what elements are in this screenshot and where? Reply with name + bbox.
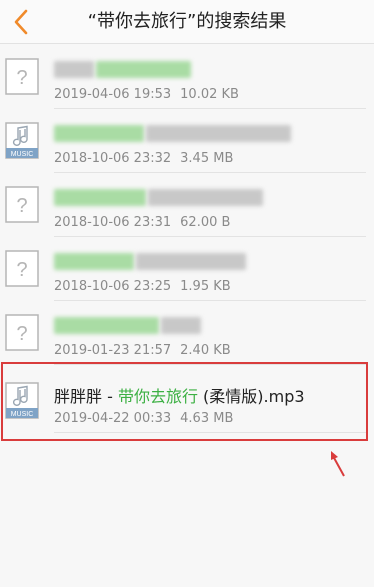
file-name-redacted [54, 59, 366, 81]
divider [54, 432, 366, 433]
svg-text:?: ? [16, 67, 27, 89]
unknown-file-icon: ? [5, 58, 39, 95]
file-date: 2018-10-06 23:32 [54, 151, 172, 166]
result-row[interactable]: ? 2018-10-06 23:31 62.00 B [0, 173, 374, 237]
file-size: 3.45 MB [180, 151, 234, 166]
file-meta: 2018-10-06 23:31 62.00 B [54, 215, 230, 230]
file-size: 10.02 KB [180, 87, 239, 102]
file-name-suffix: (柔情版).mp3 [197, 387, 305, 406]
result-row[interactable]: ? 2019-01-23 21:57 2.40 KB [0, 301, 374, 365]
pointer-arrow-icon [331, 451, 345, 477]
svg-text:MUSIC: MUSIC [11, 411, 34, 418]
file-date: 2018-10-06 23:31 [54, 215, 172, 230]
result-row-highlighted[interactable]: MUSIC 胖胖胖 - 带你去旅行 (柔情版).mp3 2019-04-22 0… [0, 369, 374, 433]
svg-text:MUSIC: MUSIC [11, 151, 34, 158]
svg-text:?: ? [16, 259, 27, 281]
file-name-redacted [54, 315, 366, 337]
music-file-icon: MUSIC [5, 122, 39, 159]
file-name-redacted [54, 251, 366, 273]
back-button[interactable] [6, 6, 36, 38]
divider [54, 364, 366, 365]
result-row[interactable]: ? 2018-10-06 23:25 1.95 KB [0, 237, 374, 301]
result-row[interactable]: MUSIC 2018-10-06 23:32 3.45 MB [0, 109, 374, 173]
file-name-match: 带你去旅行 [117, 387, 198, 406]
file-date: 2019-01-23 21:57 [54, 343, 172, 358]
file-meta: 2018-10-06 23:25 1.95 KB [54, 279, 231, 294]
svg-text:?: ? [16, 323, 27, 345]
file-date: 2018-10-06 23:25 [54, 279, 172, 294]
file-name-prefix: 胖胖胖 - [54, 387, 118, 406]
file-size: 1.95 KB [180, 279, 231, 294]
file-date: 2019-04-06 19:53 [54, 87, 172, 102]
file-name-redacted [54, 123, 366, 145]
unknown-file-icon: ? [5, 186, 39, 223]
back-arrow-icon [14, 9, 28, 35]
page-title: “带你去旅行”的搜索结果 [87, 11, 287, 32]
header-bar: “带你去旅行”的搜索结果 [0, 0, 374, 44]
file-meta: 2018-10-06 23:32 3.45 MB [54, 151, 233, 166]
svg-text:?: ? [16, 195, 27, 217]
file-meta: 2019-04-22 00:33 4.63 MB [54, 411, 233, 426]
file-date: 2019-04-22 00:33 [54, 411, 172, 426]
unknown-file-icon: ? [5, 250, 39, 287]
search-results-list: ? 2019-04-06 19:53 10.02 KB MUSIC 2018-10… [0, 45, 374, 433]
unknown-file-icon: ? [5, 314, 39, 351]
file-name: 胖胖胖 - 带你去旅行 (柔情版).mp3 [54, 383, 366, 406]
file-name-redacted [54, 187, 366, 209]
music-file-icon: MUSIC [5, 382, 39, 419]
file-size: 2.40 KB [180, 343, 231, 358]
file-size: 62.00 B [180, 215, 231, 230]
file-size: 4.63 MB [180, 411, 234, 426]
result-row[interactable]: ? 2019-04-06 19:53 10.02 KB [0, 45, 374, 109]
file-meta: 2019-04-06 19:53 10.02 KB [54, 87, 239, 102]
file-meta: 2019-01-23 21:57 2.40 KB [54, 343, 231, 358]
